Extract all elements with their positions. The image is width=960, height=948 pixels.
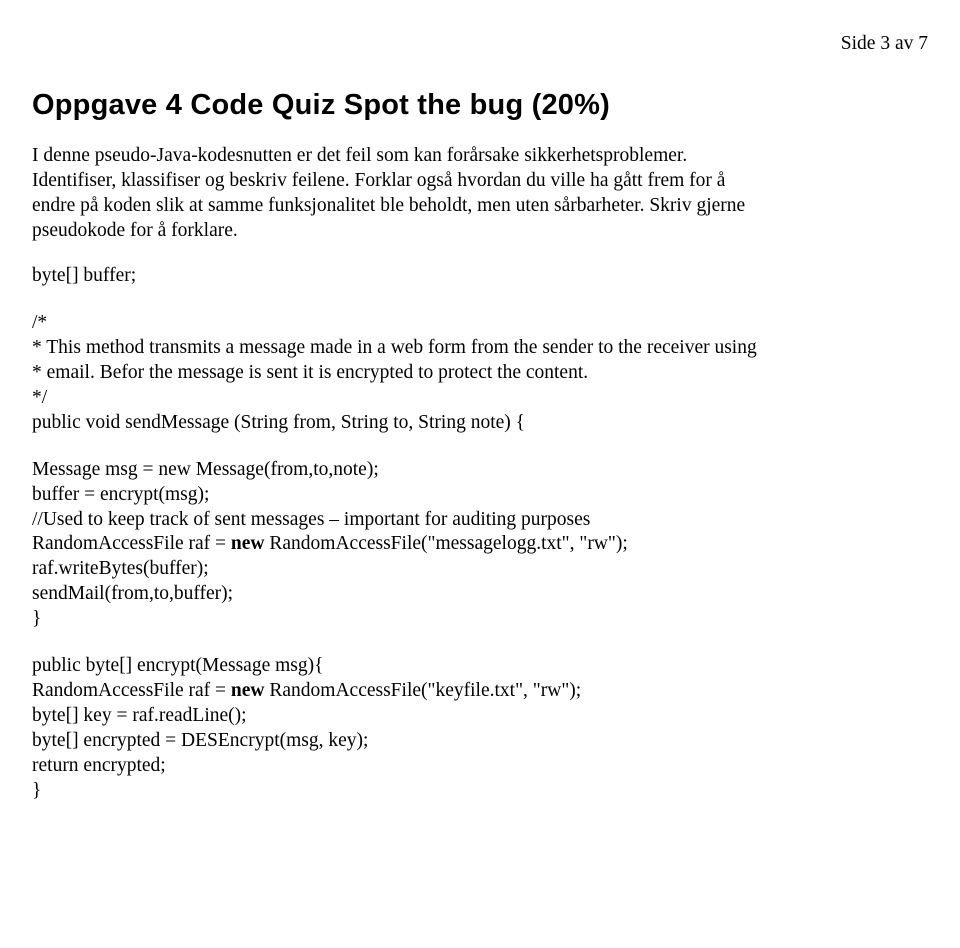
page-title: Oppgave 4 Code Quiz Spot the bug (20%) [32,87,928,124]
code-body-1: Message msg = new Message(from,to,note);… [32,458,928,633]
code-sig1-text: public void sendMessage (String from, St… [32,412,525,433]
keyword-new-1: new [231,533,265,554]
title-text: Oppgave 4 Code Quiz Spot the bug (20%) [32,89,610,121]
page-number-text: Side 3 av 7 [841,33,928,54]
page-number: Side 3 av 7 [32,32,928,57]
code-body-2: public byte[] encrypt(Message msg){ Rand… [32,654,928,804]
keyword-new-2: new [231,680,265,701]
code-comment-text: /* * This method transmits a message mad… [32,312,757,408]
code-decl-text: byte[] buffer; [32,265,136,286]
code-sig2-text: public byte[] encrypt(Message msg){ [32,655,323,676]
intro-text: I denne pseudo-Java-kodesnutten er det f… [32,145,745,241]
code-declaration: byte[] buffer; [32,264,928,289]
intro-paragraph: I denne pseudo-Java-kodesnutten er det f… [32,144,928,244]
code-comment-and-signature: /* * This method transmits a message mad… [32,311,928,436]
code-body2a-text: RandomAccessFile raf = [32,680,231,701]
